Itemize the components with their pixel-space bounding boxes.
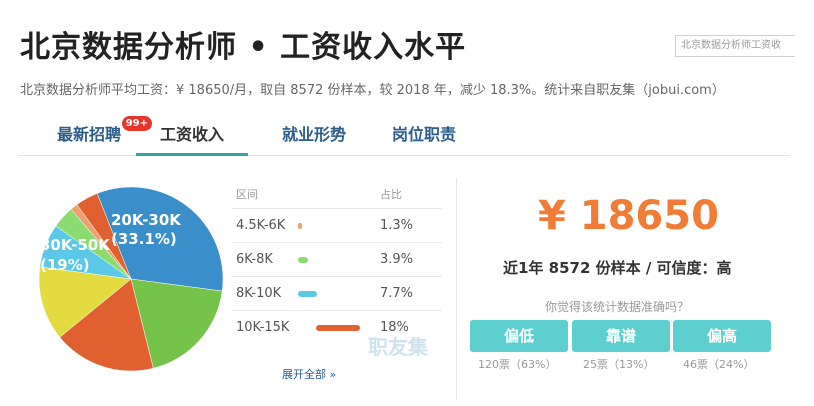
row-range: 6K-8K <box>236 252 273 267</box>
search-input[interactable]: 北京数据分析师工资收 <box>675 35 795 57</box>
pie-label-30k-50k-pct: (19%) <box>40 256 90 274</box>
tab-latest-jobs[interactable]: 最新招聘 99+ <box>44 114 152 156</box>
panel-divider <box>456 178 457 400</box>
tab-employment[interactable]: 就业形势 <box>258 114 370 156</box>
row-bar <box>298 257 308 263</box>
col-header-pct: 占比 <box>380 188 402 201</box>
row-bar <box>316 325 360 331</box>
tab-label: 最新招聘 <box>56 125 121 144</box>
vote-high-count: 46票（24%） <box>683 358 755 371</box>
salary-summary: 北京数据分析师平均工资：¥ 18650/月，取自 8572 份样本，较 2018… <box>20 83 725 98</box>
vote-low-button[interactable]: 偏低 <box>470 320 568 352</box>
pie-label-30k-50k: 30K-50K <box>40 236 110 254</box>
accuracy-question: 你觉得该统计数据准确吗？ <box>545 300 690 314</box>
average-salary: ¥ 18650 <box>538 193 719 239</box>
sample-info: 近1年 8572 份样本 / 可信度：高 <box>503 259 732 277</box>
vote-reliable-count: 25票（13%） <box>583 358 655 371</box>
page-title: 北京数据分析师 • 工资收入水平 <box>20 30 467 65</box>
vote-low-count: 120票（63%） <box>478 358 557 371</box>
pie-label-20k-30k: 20K-30K <box>111 211 181 229</box>
tab-responsibilities[interactable]: 岗位职责 <box>368 114 480 156</box>
row-range: 4.5K-6K <box>236 218 286 233</box>
vote-reliable-button[interactable]: 靠谱 <box>572 320 670 352</box>
row-bar <box>298 223 302 229</box>
vote-high-button[interactable]: 偏高 <box>673 320 771 352</box>
table-row: 6K-8K 3.9% <box>232 242 442 276</box>
tab-bar: 最新招聘 99+ 工资收入 就业形势 岗位职责 <box>18 114 790 156</box>
tab-salary[interactable]: 工资收入 <box>136 114 248 156</box>
watermark: 职友集 <box>368 335 428 359</box>
col-header-range: 区间 <box>236 188 258 201</box>
row-pct: 3.9% <box>380 252 414 267</box>
table-row: 8K-10K 7.7% <box>232 276 442 310</box>
row-bar <box>298 291 317 297</box>
row-range: 8K-10K <box>236 286 282 301</box>
row-pct: 7.7% <box>380 286 414 301</box>
table-row: 4.5K-6K 1.3% <box>232 208 442 242</box>
expand-all-link[interactable]: 展开全部 » <box>282 366 336 382</box>
pie-label-20k-30k-pct: (33.1%) <box>111 230 177 248</box>
row-range: 10K-15K <box>236 320 290 335</box>
row-pct: 1.3% <box>380 218 414 233</box>
